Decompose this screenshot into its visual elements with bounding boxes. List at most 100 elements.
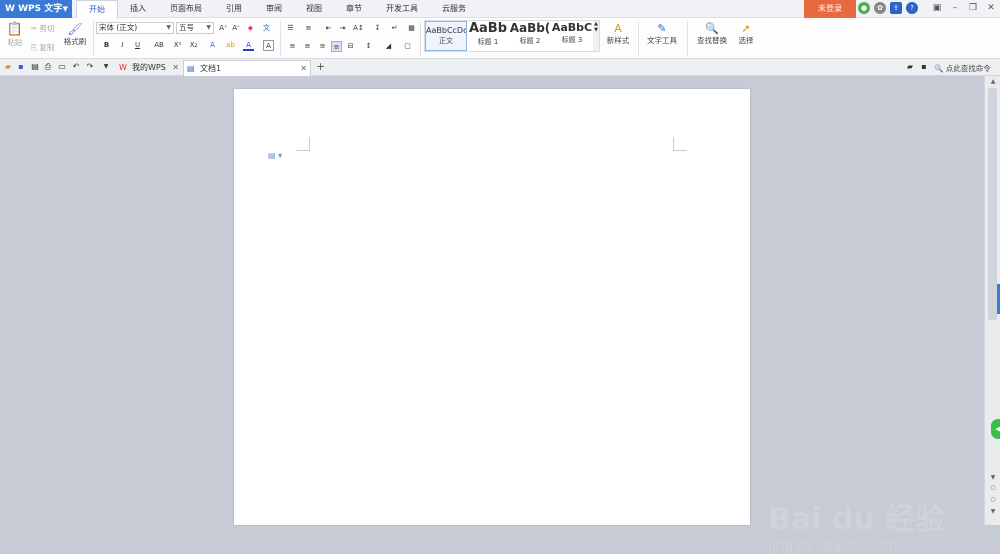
style-normal[interactable]: AaBbCcDd 正文	[425, 21, 467, 51]
styles-gallery: AaBbCcDd 正文 AaBb 标题 1 AaBb( 标题 2 AaBbC 标…	[424, 20, 600, 52]
text-tools-icon: ✎	[657, 22, 667, 35]
font-name-select[interactable]: 宋体 (正文) ▼	[96, 22, 174, 34]
tab-insert[interactable]: 插入	[118, 0, 158, 18]
close-icon[interactable]: ✕	[172, 60, 179, 75]
skin-icon[interactable]: ●	[858, 2, 870, 14]
tab-my-wps[interactable]: W 我的WPS ✕	[116, 60, 182, 76]
style-heading-2[interactable]: AaBb( 标题 2	[509, 21, 551, 51]
subscript-button[interactable]: X₂	[188, 40, 199, 51]
font-color-icon[interactable]: A	[243, 40, 254, 51]
underline-button[interactable]: U	[132, 40, 143, 51]
decrease-indent-icon[interactable]: ⇤	[323, 23, 334, 34]
save-icon[interactable]: ▪	[16, 62, 26, 72]
shading-icon[interactable]: ◢	[383, 41, 394, 52]
new-tab-button[interactable]: +	[316, 60, 325, 73]
align-right-icon[interactable]: ≡	[317, 41, 328, 52]
vertical-scrollbar[interactable]: ▲ ◀ ▼ ○ ○ ▼	[984, 76, 1000, 525]
select-button[interactable]: ➚ 选择	[734, 22, 758, 46]
scroll-down-icon[interactable]: ▼	[988, 474, 998, 483]
font-size-select[interactable]: 五号 ▼	[176, 22, 214, 34]
table-icon[interactable]: ▦	[406, 23, 417, 34]
highlight-icon[interactable]: ab	[225, 40, 236, 51]
restore-icon[interactable]: ❐	[964, 0, 982, 18]
tab-cloud[interactable]: 云服务	[430, 0, 478, 18]
watermark: Bai du 经验 jingyan.baidu.com	[768, 502, 946, 554]
document-icon: ▤	[187, 64, 195, 73]
chevron-down-icon[interactable]: ▼	[101, 62, 111, 72]
margin-corner-top-left	[296, 137, 310, 151]
close-icon[interactable]: ✕	[300, 61, 307, 76]
tab-view[interactable]: 视图	[294, 0, 334, 18]
document-page[interactable]: ▤ ▾	[234, 89, 750, 525]
pin-icon[interactable]: ▪	[919, 62, 929, 72]
scroll-up-icon[interactable]: ▲	[988, 78, 998, 87]
text-effect-icon[interactable]: A	[207, 40, 218, 51]
paste-button[interactable]: 📋 粘贴	[4, 22, 26, 48]
login-button[interactable]: 未登录	[804, 0, 856, 18]
numbered-list-icon[interactable]: ≡	[303, 23, 314, 34]
style-heading-3[interactable]: AaBbC 标题 3	[551, 21, 593, 51]
undo-icon[interactable]: ↶	[71, 62, 81, 72]
align-center-icon[interactable]: ≡	[302, 41, 313, 52]
distribute-icon[interactable]: ⊟	[345, 41, 356, 52]
format-painter-button[interactable]: 🖌 格式刷	[62, 22, 88, 47]
cut-button[interactable]: ✂ 剪切	[31, 23, 55, 34]
print-preview-icon[interactable]: ▭	[57, 62, 67, 72]
increase-indent-icon[interactable]: ⇥	[337, 23, 348, 34]
sort-icon[interactable]: ↧	[372, 23, 383, 34]
justify-icon[interactable]: ≡	[331, 41, 342, 52]
open-icon[interactable]: ▰	[3, 62, 13, 72]
command-search[interactable]: 🔍 点此查找命令	[934, 63, 991, 74]
page-down-icon[interactable]: ▼	[988, 508, 998, 517]
borders-icon[interactable]: ▢	[402, 41, 413, 52]
tab-developer[interactable]: 开发工具	[374, 0, 430, 18]
settings-icon[interactable]: ✿	[874, 2, 886, 14]
print-icon[interactable]: ⎙	[43, 62, 53, 72]
superscript-button[interactable]: X²	[172, 40, 183, 51]
assistant-icon[interactable]: ◀	[991, 419, 1000, 439]
share-icon[interactable]: ⇪	[890, 2, 902, 14]
align-left-icon[interactable]: ≡	[287, 41, 298, 52]
tab-references[interactable]: 引用	[214, 0, 254, 18]
copy-button[interactable]: ⎘ 复制	[31, 42, 54, 53]
bullet-list-icon[interactable]: ☰	[285, 23, 296, 34]
next-page-icon[interactable]: ○	[988, 496, 998, 505]
minimize-icon[interactable]: –	[946, 0, 964, 18]
tab-home[interactable]: 开始	[76, 0, 118, 18]
find-replace-button[interactable]: 🔍 查找替换	[692, 22, 732, 46]
char-border-icon[interactable]: A	[263, 40, 274, 51]
scroll-thumb[interactable]	[988, 88, 997, 320]
wps-logo-icon: W	[5, 4, 19, 14]
bold-button[interactable]: B	[101, 40, 112, 51]
strikethrough-icon[interactable]: AB	[152, 40, 166, 51]
title-bar: W WPS 文字 ▼ 开始 插入 页面布局 引用 审阅 视图 章节 开发工具 云…	[0, 0, 1000, 18]
style-heading-1[interactable]: AaBb 标题 1	[467, 21, 509, 51]
line-spacing-icon[interactable]: ↕	[363, 41, 374, 52]
export-pdf-icon[interactable]: ▤	[30, 62, 40, 72]
pinyin-icon[interactable]: 文	[261, 23, 272, 34]
app-menu-button[interactable]: W WPS 文字 ▼	[0, 0, 72, 18]
help-icon[interactable]: ?	[906, 2, 918, 14]
prev-page-icon[interactable]: ○	[988, 484, 998, 493]
paste-options-icon[interactable]: ▤ ▾	[268, 151, 282, 160]
comment-icon[interactable]: ▰	[905, 62, 915, 72]
cursor-icon: ➚	[741, 22, 751, 35]
redo-icon[interactable]: ↷	[85, 62, 95, 72]
fullscreen-icon[interactable]: ▣	[928, 0, 946, 18]
show-marks-icon[interactable]: ↵	[389, 23, 400, 34]
text-tools-button[interactable]: ✎ 文字工具	[642, 22, 682, 46]
magnifier-icon: 🔍	[705, 22, 719, 35]
grow-font-icon[interactable]: A⁺	[218, 23, 229, 34]
shrink-font-icon[interactable]: A⁻	[231, 23, 242, 34]
styles-scroll[interactable]: ▲ ▼	[593, 21, 599, 51]
tab-chapter[interactable]: 章节	[334, 0, 374, 18]
text-direction-icon[interactable]: A↕	[353, 23, 364, 34]
tab-review[interactable]: 审阅	[254, 0, 294, 18]
new-style-button[interactable]: A 新样式	[602, 22, 634, 46]
clear-format-icon[interactable]: ◈	[245, 23, 256, 34]
document-canvas: ▤ ▾ Bai du 经验 jingyan.baidu.com	[0, 76, 984, 554]
italic-button[interactable]: I	[117, 40, 128, 51]
tab-page-layout[interactable]: 页面布局	[158, 0, 214, 18]
tab-document-1[interactable]: ▤ 文档1 ✕	[183, 60, 311, 76]
close-icon[interactable]: ✕	[982, 0, 1000, 18]
